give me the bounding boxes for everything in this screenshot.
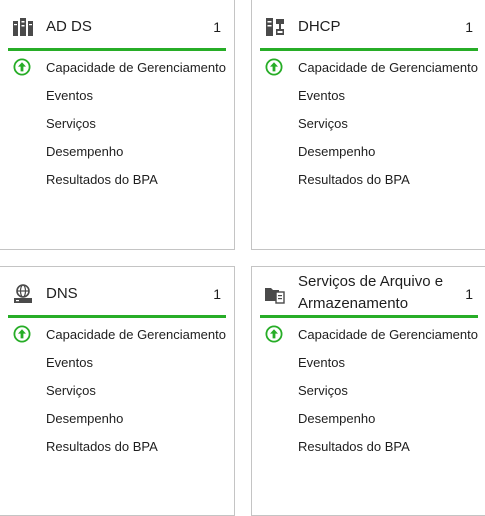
row-performance[interactable]: Desempenho [0, 138, 234, 166]
tile-title: DNS [46, 285, 78, 302]
status-bar [8, 315, 226, 318]
row-label: Resultados do BPA [46, 172, 158, 187]
row-bpa-results[interactable]: Resultados do BPA [0, 433, 234, 461]
server-count: 1 [213, 286, 221, 302]
row-services[interactable]: Serviços [0, 110, 234, 138]
row-bpa-results[interactable]: Resultados do BPA [252, 166, 485, 194]
row-label: Eventos [298, 355, 345, 370]
role-tile-ad-ds: AD DS 1 Capacidade de Gerenciamento Even… [0, 0, 235, 250]
tile-title: AD DS [46, 18, 92, 35]
row-services[interactable]: Serviços [0, 377, 234, 405]
row-performance[interactable]: Desempenho [0, 405, 234, 433]
row-label: Resultados do BPA [46, 439, 158, 454]
row-label: Desempenho [298, 144, 376, 159]
row-label: Eventos [298, 88, 345, 103]
row-events[interactable]: Eventos [252, 349, 485, 377]
tile-header[interactable]: Serviços de Arquivo e Armazenamento 1 [252, 267, 485, 318]
row-services[interactable]: Serviços [252, 110, 485, 138]
row-manageability[interactable]: Capacidade de Gerenciamento [0, 321, 234, 349]
row-label: Desempenho [46, 144, 124, 159]
dhcp-server-icon [266, 18, 284, 36]
row-label: Capacidade de Gerenciamento [46, 327, 226, 342]
up-arrow-icon [265, 325, 283, 343]
row-manageability[interactable]: Capacidade de Gerenciamento [252, 321, 485, 349]
row-label: Capacidade de Gerenciamento [298, 60, 478, 75]
row-label: Desempenho [46, 411, 124, 426]
row-label: Resultados do BPA [298, 172, 410, 187]
tile-header[interactable]: AD DS 1 [0, 0, 234, 51]
tile-header[interactable]: DHCP 1 [252, 0, 485, 51]
tile-header[interactable]: DNS 1 [0, 267, 234, 318]
row-performance[interactable]: Desempenho [252, 138, 485, 166]
folder-server-icon [265, 288, 285, 304]
status-bar [8, 48, 226, 51]
status-bar [260, 315, 478, 318]
tile-title: DHCP [298, 18, 341, 35]
server-count: 1 [465, 286, 473, 302]
row-label: Eventos [46, 88, 93, 103]
row-label: Serviços [46, 383, 96, 398]
row-label: Capacidade de Gerenciamento [46, 60, 226, 75]
ad-ds-server-icon [13, 18, 33, 36]
row-label: Serviços [298, 383, 348, 398]
role-tile-dns: DNS 1 Capacidade de Gerenciamento Evento… [0, 266, 235, 516]
row-label: Serviços [298, 116, 348, 131]
role-tile-dhcp: DHCP 1 Capacidade de Gerenciamento Event… [251, 0, 485, 250]
row-label: Resultados do BPA [298, 439, 410, 454]
row-label: Desempenho [298, 411, 376, 426]
row-bpa-results[interactable]: Resultados do BPA [0, 166, 234, 194]
server-count: 1 [213, 19, 221, 35]
up-arrow-icon [13, 325, 31, 343]
row-services[interactable]: Serviços [252, 377, 485, 405]
role-tile-file-storage: Serviços de Arquivo e Armazenamento 1 Ca… [251, 266, 485, 516]
row-events[interactable]: Eventos [0, 349, 234, 377]
row-label: Eventos [46, 355, 93, 370]
status-bar [260, 48, 478, 51]
row-bpa-results[interactable]: Resultados do BPA [252, 433, 485, 461]
row-label: Capacidade de Gerenciamento [298, 327, 478, 342]
server-count: 1 [465, 19, 473, 35]
tile-title: Serviços de Arquivo e Armazenamento [298, 273, 444, 312]
row-events[interactable]: Eventos [252, 82, 485, 110]
row-performance[interactable]: Desempenho [252, 405, 485, 433]
row-manageability[interactable]: Capacidade de Gerenciamento [252, 54, 485, 82]
row-manageability[interactable]: Capacidade de Gerenciamento [0, 54, 234, 82]
row-events[interactable]: Eventos [0, 82, 234, 110]
row-label: Serviços [46, 116, 96, 131]
dns-server-icon [14, 284, 32, 303]
up-arrow-icon [265, 58, 283, 76]
up-arrow-icon [13, 58, 31, 76]
